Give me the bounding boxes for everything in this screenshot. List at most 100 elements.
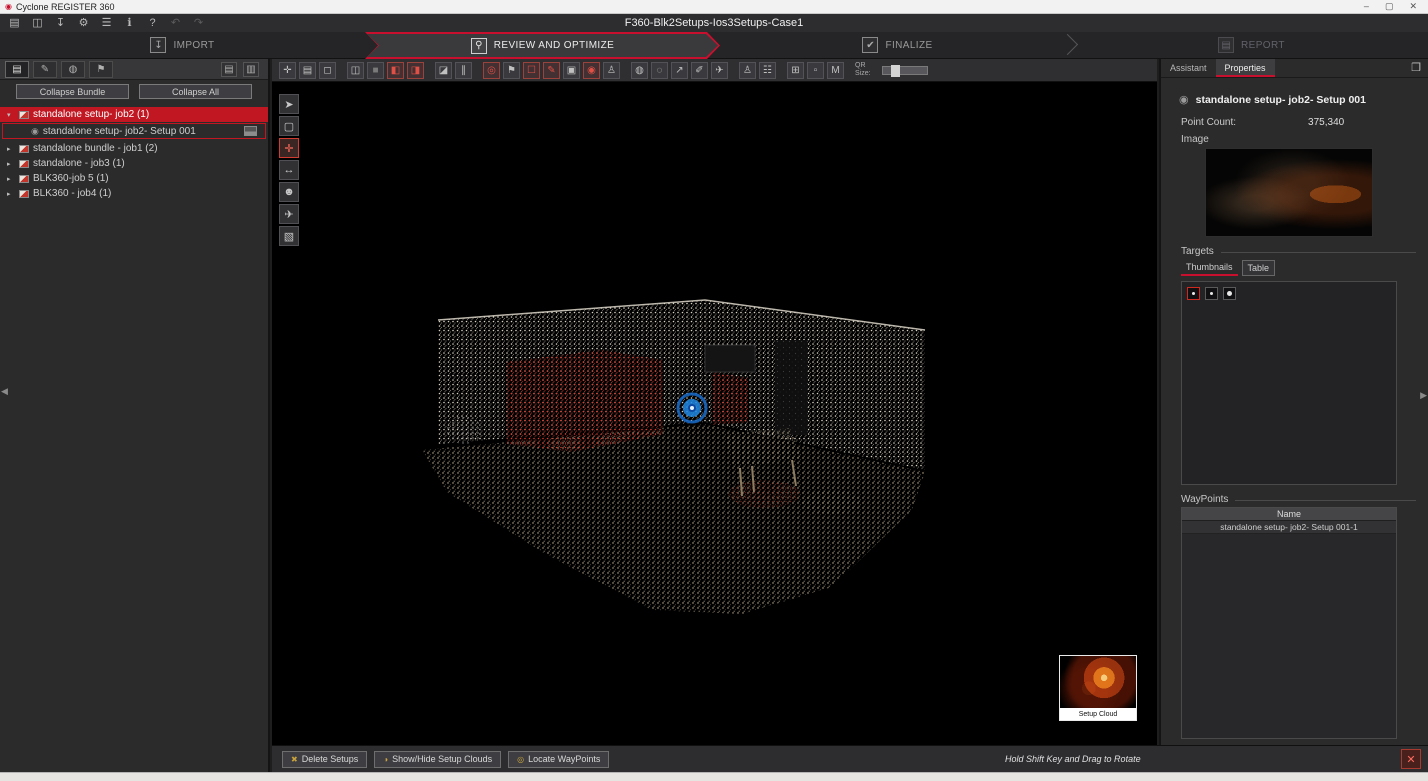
target-thumbnail-2[interactable]: [1205, 287, 1218, 300]
panel-layout-toggle-icon[interactable]: ❒: [1411, 61, 1421, 74]
import-data-icon[interactable]: ↧: [54, 15, 67, 31]
properties-panel: Assistant Properties ❒ ◉ standalone setu…: [1159, 59, 1428, 745]
save-project-icon[interactable]: ◫: [31, 15, 44, 31]
titlebar: ◉ Cyclone REGISTER 360 – ▢ ✕: [0, 0, 1428, 14]
select-tool[interactable]: ➤: [279, 94, 299, 114]
workflow-step-finalize[interactable]: ✔ FINALIZE: [720, 32, 1075, 58]
expander-icon[interactable]: ▾: [7, 111, 15, 119]
split-vertical-icon[interactable]: ◨: [407, 62, 424, 79]
redo-icon[interactable]: ↷: [192, 15, 205, 31]
locate-waypoints-button[interactable]: ◎ Locate WayPoints: [508, 751, 609, 768]
setup-position-tool[interactable]: ☻: [279, 182, 299, 202]
show-hide-setup-clouds-button[interactable]: ◑ Show/Hide Setup Clouds: [374, 751, 501, 768]
help-icon[interactable]: ?: [146, 15, 159, 31]
workflow-step-report[interactable]: ▤ REPORT: [1075, 32, 1428, 58]
tree-item-bundle-job1[interactable]: ▸ standalone bundle - job1 (2): [0, 141, 268, 156]
rect-select-tool[interactable]: ▢: [279, 116, 299, 136]
collapse-bundle-button[interactable]: Collapse Bundle: [16, 84, 129, 99]
tree-item-blk360-job5[interactable]: ▸ BLK360-job 5 (1): [0, 171, 268, 186]
eraser-icon[interactable]: ◪: [435, 62, 452, 79]
notes-icon[interactable]: ▤: [299, 62, 316, 79]
find-setup-icon[interactable]: ♙: [739, 62, 756, 79]
limit-box-icon[interactable]: ☐: [523, 62, 540, 79]
expander-icon[interactable]: ▸: [7, 145, 15, 153]
tab-project-tree-icon[interactable]: ▤: [5, 61, 29, 78]
measure-distance-tool[interactable]: ↔: [279, 160, 299, 180]
slice-tool-icon[interactable]: ∥: [455, 62, 472, 79]
tag-icon[interactable]: ⚑: [503, 62, 520, 79]
tab-thumbnails[interactable]: Thumbnails: [1181, 260, 1238, 276]
workflow-step-review-and-optimize[interactable]: ⚲ REVIEW AND OPTIMIZE: [365, 32, 720, 59]
tab-tags-icon[interactable]: ⚑: [89, 61, 113, 78]
tab-sites-icon[interactable]: ◍: [61, 61, 85, 78]
pane-layout-icon[interactable]: ⊞: [787, 62, 804, 79]
grab-hand-icon[interactable]: ✛: [279, 62, 296, 79]
delete-setups-button[interactable]: ✖ Delete Setups: [282, 751, 367, 768]
walkthrough-icon[interactable]: ✈: [711, 62, 728, 79]
maximize-button[interactable]: ▢: [1385, 1, 1394, 12]
image-section-label: Image: [1181, 134, 1209, 145]
expander-icon[interactable]: ▸: [7, 175, 15, 183]
tree-item-bundle-job2[interactable]: ▾ standalone setup- job2 (1): [0, 107, 268, 122]
fly-tool[interactable]: ✈: [279, 204, 299, 224]
project-tree: ▾ standalone setup- job2 (1) ◉ standalon…: [0, 104, 268, 201]
tab-annotations-icon[interactable]: ✎: [33, 61, 57, 78]
target-thumbnail-3[interactable]: [1223, 287, 1236, 300]
viewport-3d[interactable]: ➤▢✛↔☻✈▧ Setup Cloud: [272, 82, 1157, 745]
close-view-button[interactable]: ✕: [1401, 749, 1421, 769]
mini-pane-icon[interactable]: ▫: [807, 62, 824, 79]
minimize-button[interactable]: –: [1364, 1, 1369, 12]
pano-image-icon[interactable]: [244, 126, 257, 136]
setup-cloud-thumbnail: [1060, 656, 1136, 708]
slider-handle[interactable]: [891, 65, 900, 77]
pan-tool[interactable]: ✛: [279, 138, 299, 158]
cube-view-tool[interactable]: ▧: [279, 226, 299, 246]
camera-icon[interactable]: ▣: [563, 62, 580, 79]
collapse-left-panel-arrow[interactable]: ◀: [1, 386, 8, 397]
expander-icon[interactable]: ▸: [7, 160, 15, 168]
single-view-icon[interactable]: ■: [367, 62, 384, 79]
fit-view-icon[interactable]: ↗: [671, 62, 688, 79]
finalize-step-icon: ✔: [862, 37, 878, 53]
draw-pencil-icon[interactable]: ✎: [543, 62, 560, 79]
zoom-region-icon[interactable]: ◻: [319, 62, 336, 79]
tree-item-standalone-job3[interactable]: ▸ standalone - job3 (1): [0, 156, 268, 171]
doc-check-icon[interactable]: ▥: [243, 62, 259, 77]
report-step-icon: ▤: [1218, 37, 1234, 53]
geotag-pin-icon[interactable]: ◉: [583, 62, 600, 79]
add-person-icon[interactable]: ♙: [603, 62, 620, 79]
workflow-step-import[interactable]: ↧ IMPORT: [0, 32, 365, 58]
tab-properties[interactable]: Properties: [1216, 59, 1275, 77]
link-views-icon[interactable]: ◫: [347, 62, 364, 79]
publish-icon[interactable]: ◌: [651, 62, 668, 79]
table-view-icon[interactable]: ☷: [759, 62, 776, 79]
cloud-quality-m-icon[interactable]: M: [827, 62, 844, 79]
tab-assistant[interactable]: Assistant: [1161, 59, 1216, 77]
doc-add-icon[interactable]: ▤: [221, 62, 237, 77]
split-horizontal-icon[interactable]: ◧: [387, 62, 404, 79]
expand-right-panel-arrow[interactable]: ▶: [1420, 390, 1427, 401]
adjust-tool-icon[interactable]: ✐: [691, 62, 708, 79]
expander-icon[interactable]: ▸: [7, 190, 15, 198]
targets-thumbnail-panel: [1181, 281, 1397, 485]
info-icon[interactable]: ℹ: [123, 15, 136, 31]
undo-icon[interactable]: ↶: [169, 15, 182, 31]
project-list-icon[interactable]: ☰: [100, 15, 113, 31]
target-thumbnail-1[interactable]: [1187, 287, 1200, 300]
settings-gear-icon[interactable]: ⚙: [77, 15, 90, 31]
collapse-all-button[interactable]: Collapse All: [139, 84, 252, 99]
tab-table[interactable]: Table: [1242, 260, 1276, 276]
tree-item-blk360-job4[interactable]: ▸ BLK360 - job4 (1): [0, 186, 268, 201]
setup-cloud-minimap[interactable]: Setup Cloud: [1059, 655, 1137, 721]
waypoint-row[interactable]: standalone setup- job2- Setup 001-1: [1182, 521, 1396, 534]
setup-image-thumbnail[interactable]: [1205, 148, 1373, 237]
tree-item-setup-001[interactable]: ◉ standalone setup- job2- Setup 001: [2, 123, 266, 139]
web-share-icon[interactable]: ◍: [631, 62, 648, 79]
point-cloud-render: [272, 82, 1157, 745]
waypoints-name-header[interactable]: Name: [1182, 508, 1396, 521]
close-button[interactable]: ✕: [1409, 1, 1417, 12]
open-project-icon[interactable]: ▤: [8, 15, 21, 31]
target-acquire-icon[interactable]: ◎: [483, 62, 500, 79]
qr-size-slider[interactable]: [882, 66, 928, 75]
point-count-row: Point Count: 375,340: [1181, 117, 1407, 128]
